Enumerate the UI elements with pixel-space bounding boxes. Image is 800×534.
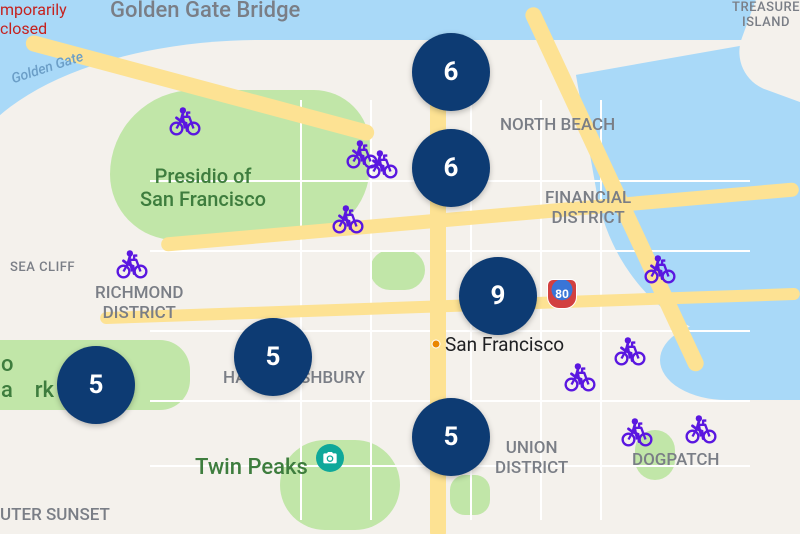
park-small	[370, 250, 425, 290]
cluster-count: 5	[266, 342, 281, 372]
label-outer-sunset: UTER SUNSET	[0, 505, 110, 525]
label-city: San Francisco	[445, 333, 564, 356]
bike-marker[interactable]	[168, 103, 202, 141]
bike-marker[interactable]	[613, 333, 647, 371]
label-sea-cliff: SEA CLIFF	[10, 260, 75, 275]
city-dot	[432, 340, 441, 349]
label-closed: mporarily closed	[0, 0, 67, 38]
label-presidio: Presidio of San Francisco	[140, 165, 266, 211]
cluster-marker[interactable]: 5	[57, 346, 135, 424]
label-twin-peaks: Twin Peaks	[195, 455, 308, 480]
cluster-marker[interactable]: 5	[412, 398, 490, 476]
label-dogpatch: DOGPATCH	[632, 450, 720, 470]
label-treasure: TREASURE ISLAND	[732, 0, 800, 30]
label-richmond: RICHMOND DISTRICT	[95, 283, 183, 323]
poi-camera-icon[interactable]	[316, 444, 344, 472]
cluster-count: 6	[444, 153, 459, 183]
cluster-count: 9	[491, 281, 506, 311]
bike-marker[interactable]	[563, 359, 597, 397]
label-financial: FINANCIAL DISTRICT	[545, 188, 631, 228]
cluster-marker[interactable]: 6	[412, 33, 490, 111]
hwy-number: 80	[555, 287, 569, 301]
map-viewport[interactable]: Golden Gate Golden Gate Bridge mporarily…	[0, 0, 800, 534]
bike-marker[interactable]	[365, 146, 399, 184]
cluster-marker[interactable]: 5	[234, 318, 312, 396]
label-union: UNION DISTRICT	[495, 438, 568, 478]
bike-marker[interactable]	[643, 251, 677, 289]
label-north-beach: NORTH BEACH	[500, 115, 615, 135]
label-ggpark: Go	[0, 352, 13, 377]
label-bridge: Golden Gate Bridge	[110, 0, 300, 23]
cluster-count: 5	[89, 370, 104, 400]
cluster-count: 5	[444, 422, 459, 452]
street-grid	[150, 330, 750, 332]
bike-marker[interactable]	[331, 201, 365, 239]
bike-marker[interactable]	[115, 246, 149, 284]
cluster-count: 6	[444, 57, 459, 87]
label-ggpark: Ga rk	[0, 378, 54, 403]
cluster-marker[interactable]: 9	[459, 257, 537, 335]
cluster-marker[interactable]: 6	[412, 129, 490, 207]
bike-marker[interactable]	[684, 411, 718, 449]
hwy-shield-80: 80	[547, 279, 577, 309]
bike-marker[interactable]	[620, 414, 654, 452]
